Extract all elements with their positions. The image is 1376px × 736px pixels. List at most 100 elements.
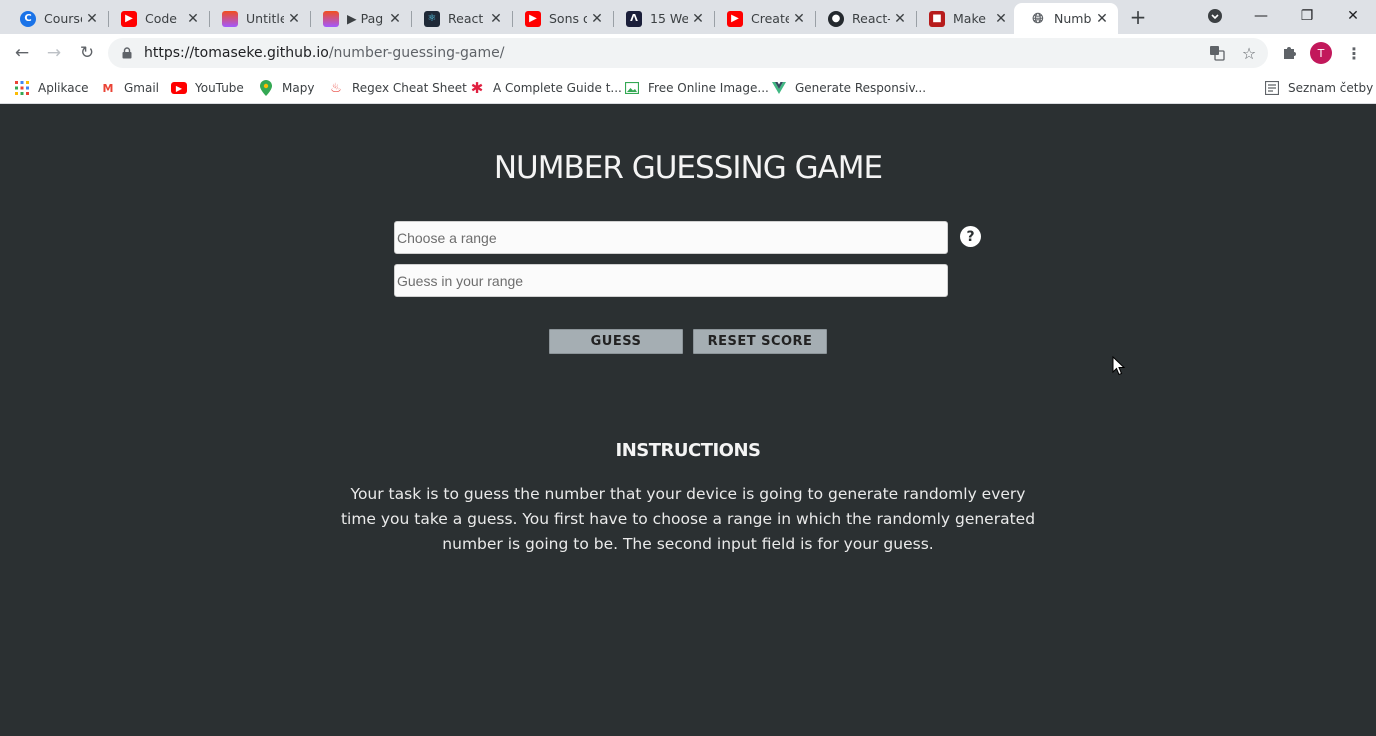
translate-icon[interactable] — [1206, 42, 1228, 64]
instructions-text: Your task is to guess the number that yo… — [340, 485, 1036, 553]
tab-search-icon[interactable] — [1192, 0, 1238, 32]
bookmarks-bar: Aplikace M Gmail ▶ YouTube Mapy ♨ Regex … — [0, 72, 1376, 104]
bookmark-complete-guide[interactable]: ✱ A Complete Guide t... — [469, 78, 622, 98]
tab-react[interactable]: ⚛ React ✕ — [408, 3, 513, 34]
close-icon[interactable]: ✕ — [488, 11, 504, 27]
bookmark-star-icon[interactable]: ☆ — [1238, 42, 1260, 64]
tab-untitled[interactable]: Untitle ✕ — [206, 3, 311, 34]
reading-list-label: Seznam četby — [1288, 81, 1374, 95]
new-tab-button[interactable]: + — [1127, 6, 1149, 28]
tab-title: React- — [852, 11, 890, 26]
tab-title: Numb — [1054, 11, 1092, 26]
instructions-heading: INSTRUCTIONS — [615, 440, 762, 461]
menu-dots-icon[interactable]: ⋮ — [1343, 42, 1365, 64]
mouse-cursor-icon — [1112, 356, 1126, 376]
bookmark-youtube[interactable]: ▶ YouTube — [171, 78, 244, 98]
apps-grid-icon — [14, 80, 30, 96]
close-icon[interactable]: ✕ — [84, 11, 100, 27]
github-icon: ● — [828, 10, 844, 27]
extensions-puzzle-icon[interactable] — [1278, 42, 1300, 64]
tab-create[interactable]: ▶ Create ✕ — [711, 3, 816, 34]
tab-page[interactable]: ▶ Pag ✕ — [307, 3, 412, 34]
tab-number-guessing-game[interactable]: 🌐︎ Numb ✕ — [1014, 3, 1118, 34]
tab-title: 15 We — [650, 11, 688, 26]
help-icon[interactable]: ? — [960, 226, 981, 247]
flame-icon: ♨ — [330, 80, 342, 96]
maps-pin-icon — [258, 80, 274, 96]
lock-icon[interactable] — [120, 46, 134, 60]
bookmark-apps[interactable]: Aplikace — [14, 78, 89, 98]
tab-react-github[interactable]: ● React- ✕ — [812, 3, 917, 34]
reading-list[interactable]: Seznam četby — [1264, 78, 1373, 98]
close-icon[interactable]: ✕ — [185, 11, 201, 27]
tab-title: ▶ Pag — [347, 11, 384, 26]
minimize-icon[interactable]: — — [1238, 0, 1284, 32]
browser-tab-strip: C Course ✕ ▶ Code ✕ Untitle ✕ ▶ Pag ✕ ⚛ … — [0, 0, 1376, 34]
bookmark-label: Mapy — [282, 81, 315, 95]
bookmark-label: Free Online Image... — [648, 81, 769, 95]
globe-icon: 🌐︎ — [1032, 10, 1044, 27]
game-page: NUMBER GUESSING GAME ? GUESS RESET SCORE… — [0, 104, 1376, 736]
close-icon[interactable]: ✕ — [387, 11, 403, 27]
address-bar[interactable]: https://tomaseke.github.io/number-guessi… — [108, 38, 1268, 68]
window-close-icon[interactable]: ✕ — [1330, 0, 1376, 32]
range-input[interactable] — [394, 221, 948, 254]
tab-course[interactable]: C Course ✕ — [4, 3, 109, 34]
back-icon[interactable]: ← — [10, 41, 34, 65]
profile-avatar[interactable]: T — [1310, 42, 1332, 64]
bookmark-label: YouTube — [195, 81, 244, 95]
close-icon[interactable]: ✕ — [993, 11, 1009, 27]
asterisk-icon: ✱ — [470, 79, 484, 97]
react-icon: ⚛ — [424, 10, 440, 27]
reset-score-button[interactable]: RESET SCORE — [693, 329, 827, 354]
reload-icon[interactable]: ↻ — [75, 41, 99, 65]
bookmark-free-online-image[interactable]: Free Online Image... — [624, 78, 769, 98]
youtube-icon: ▶ — [525, 10, 541, 27]
dev-icon: Λ — [626, 10, 642, 27]
url-text: https://tomaseke.github.io/number-guessi… — [144, 45, 504, 61]
youtube-icon: ▶ — [727, 10, 743, 27]
bookmark-regex-cheat-sheet[interactable]: ♨ Regex Cheat Sheet — [328, 78, 467, 98]
bookmark-maps[interactable]: Mapy — [258, 78, 314, 98]
bookmark-label: A Complete Guide t... — [493, 81, 622, 95]
bookmark-label: Aplikace — [38, 81, 89, 95]
url-path: /number-guessing-game/ — [328, 45, 505, 61]
close-icon[interactable]: ✕ — [1094, 11, 1110, 27]
guess-input[interactable] — [394, 264, 948, 297]
tab-sons[interactable]: ▶ Sons o ✕ — [509, 3, 614, 34]
figma-icon — [323, 10, 339, 27]
tab-title: React — [448, 11, 484, 26]
bookmark-label: Regex Cheat Sheet — [352, 81, 467, 95]
youtube-icon: ▶ — [171, 82, 187, 94]
tab-title: Untitle — [246, 11, 284, 26]
bookmark-label: Generate Responsiv... — [795, 81, 927, 95]
google-c-icon: C — [20, 10, 36, 27]
tab-code[interactable]: ▶ Code ✕ — [105, 3, 210, 34]
tab-title: Make — [953, 11, 986, 26]
restore-icon[interactable]: ❐ — [1284, 0, 1330, 32]
close-icon[interactable]: ✕ — [286, 11, 302, 27]
page-title: NUMBER GUESSING GAME — [493, 150, 883, 186]
gmail-icon: M — [102, 81, 114, 95]
tab-title: Create — [751, 11, 789, 26]
figma-icon — [222, 10, 238, 27]
url-host: https://tomaseke.github.io — [144, 45, 329, 61]
forward-icon[interactable]: → — [42, 41, 66, 65]
browser-toolbar: ← → ↻ https://tomaseke.github.io/number-… — [0, 34, 1376, 72]
close-icon[interactable]: ✕ — [690, 11, 706, 27]
bookmark-gmail[interactable]: M Gmail — [100, 78, 160, 98]
reading-list-icon — [1264, 80, 1280, 96]
guess-button[interactable]: GUESS — [549, 329, 683, 354]
tab-make[interactable]: ■ Make ✕ — [913, 3, 1018, 34]
youtube-icon: ▶ — [121, 10, 137, 27]
tab-title: Sons o — [549, 11, 587, 26]
bookmark-generate-responsive[interactable]: Generate Responsiv... — [771, 78, 926, 98]
close-icon[interactable]: ✕ — [892, 11, 908, 27]
close-icon[interactable]: ✕ — [589, 11, 605, 27]
close-icon[interactable]: ✕ — [791, 11, 807, 27]
bookmark-label: Gmail — [124, 81, 160, 95]
image-icon — [624, 80, 640, 96]
tab-title: Course — [44, 11, 82, 26]
tab-15-web[interactable]: Λ 15 We ✕ — [610, 3, 715, 34]
tab-title: Code — [145, 11, 178, 26]
